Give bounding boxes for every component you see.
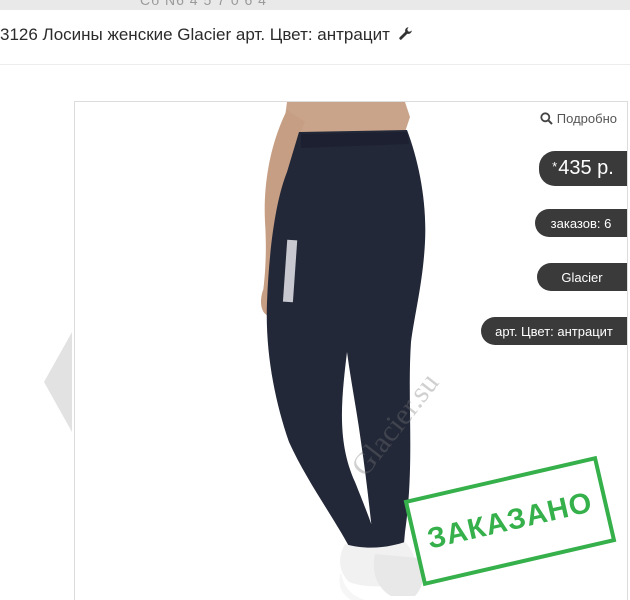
top-strip-text: Сб N6 4 5 7 0 6 4 (140, 0, 267, 8)
price-badge: * 435 р. (539, 151, 627, 186)
orders-text: заказов: 6 (550, 215, 612, 231)
article-text: арт. Цвет: антрацит (495, 323, 613, 339)
page-title: 3126 Лосины женские Glacier арт. Цвет: а… (0, 25, 413, 46)
article-badge: арт. Цвет: антрацит (481, 317, 627, 345)
stamp-text: ЗАКАЗАНО (424, 485, 596, 556)
orders-badge: заказов: 6 (535, 209, 627, 237)
title-bar: 3126 Лосины женские Glacier арт. Цвет: а… (0, 10, 630, 65)
price-value: 435 р. (558, 157, 614, 179)
price-prefix: * (552, 159, 558, 174)
brand-text: Glacier (561, 269, 603, 285)
wrench-icon[interactable] (398, 26, 413, 46)
brand-badge[interactable]: Glacier (537, 263, 627, 291)
details-label: Подробно (556, 111, 617, 126)
chevron-left-icon[interactable] (44, 332, 74, 437)
title-text: 3126 Лосины женские Glacier арт. Цвет: а… (0, 25, 390, 44)
top-strip: Сб N6 4 5 7 0 6 4 (0, 0, 630, 10)
product-card[interactable]: Glacier.su Подробно * 435 р. заказов: 6 G… (74, 101, 628, 600)
search-icon (540, 112, 553, 125)
details-link[interactable]: Подробно (540, 111, 617, 126)
